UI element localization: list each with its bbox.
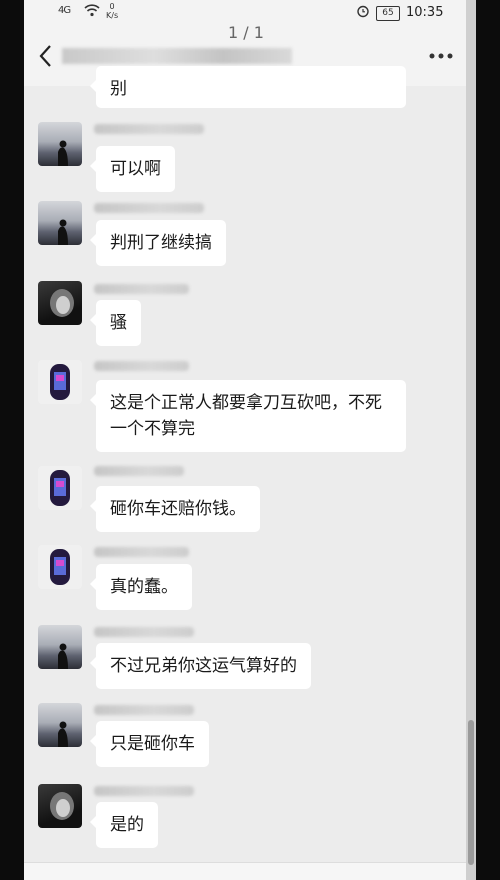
- scrollbar-thumb[interactable]: [468, 720, 474, 865]
- message-bubble[interactable]: 不过兄弟你这运气算好的: [90, 643, 311, 689]
- network-speed: 0 K/s: [106, 2, 118, 20]
- network-speed-unit: K/s: [106, 11, 119, 20]
- back-arrow-icon[interactable]: [38, 44, 52, 68]
- alarm-icon: [356, 4, 370, 22]
- message-text: 只是砸你车: [110, 734, 195, 754]
- sender-nickname: [94, 627, 194, 637]
- message-bubble[interactable]: 这是个正常人都要拿刀互砍吧，不死一个不算完: [90, 380, 406, 452]
- message-text: 判刑了继续搞: [110, 233, 212, 253]
- message-bubble[interactable]: 骚: [90, 300, 141, 346]
- message-bubble[interactable]: 判刑了继续搞: [90, 220, 226, 266]
- avatar[interactable]: [38, 545, 82, 589]
- chat-screen: 4G 0 K/s 65 10:35 1 / 1 别 可以啊 判刑了继续搞 骚 这…: [24, 0, 476, 880]
- sender-nickname: [94, 786, 194, 796]
- message-text: 是的: [110, 815, 144, 835]
- avatar[interactable]: [38, 703, 82, 747]
- avatar[interactable]: [38, 466, 82, 510]
- wifi-icon: [84, 3, 100, 21]
- network-speed-value: 0: [109, 2, 115, 11]
- message-text: 不过兄弟你这运气算好的: [110, 656, 297, 676]
- message-text: 骚: [110, 313, 127, 333]
- status-time: 10:35: [406, 5, 444, 20]
- message-bubble[interactable]: 是的: [90, 802, 158, 848]
- sender-nickname: [94, 284, 189, 294]
- sender-nickname: [94, 547, 189, 557]
- avatar[interactable]: [38, 201, 82, 245]
- message-bubble[interactable]: 真的蠢。: [90, 564, 192, 610]
- message-text: 别: [110, 79, 127, 99]
- page-counter: 1 / 1: [228, 23, 264, 42]
- sender-nickname: [94, 203, 204, 213]
- avatar[interactable]: [38, 281, 82, 325]
- sender-nickname: [94, 124, 204, 134]
- avatar[interactable]: [38, 784, 82, 828]
- sender-nickname: [94, 705, 194, 715]
- avatar[interactable]: [38, 122, 82, 166]
- input-bar[interactable]: [24, 862, 476, 880]
- message-text: 砸你车还赔你钱。: [110, 499, 246, 519]
- sender-nickname: [94, 466, 184, 476]
- more-dots-icon[interactable]: [428, 52, 454, 60]
- message-bubble[interactable]: 别: [90, 66, 406, 108]
- avatar[interactable]: [38, 360, 82, 404]
- message-text: 这是个正常人都要拿刀互砍吧，不死一个不算完: [110, 393, 382, 439]
- message-bubble[interactable]: 只是砸你车: [90, 721, 209, 767]
- message-bubble[interactable]: 可以啊: [90, 146, 175, 192]
- sender-nickname: [94, 361, 189, 371]
- signal-indicator: 4G: [58, 5, 71, 16]
- message-text: 可以啊: [110, 159, 161, 179]
- battery-indicator: 65: [376, 6, 400, 21]
- message-text: 真的蠢。: [110, 577, 178, 597]
- avatar[interactable]: [38, 625, 82, 669]
- message-bubble[interactable]: 砸你车还赔你钱。: [90, 486, 260, 532]
- chat-title-blurred: [62, 48, 292, 64]
